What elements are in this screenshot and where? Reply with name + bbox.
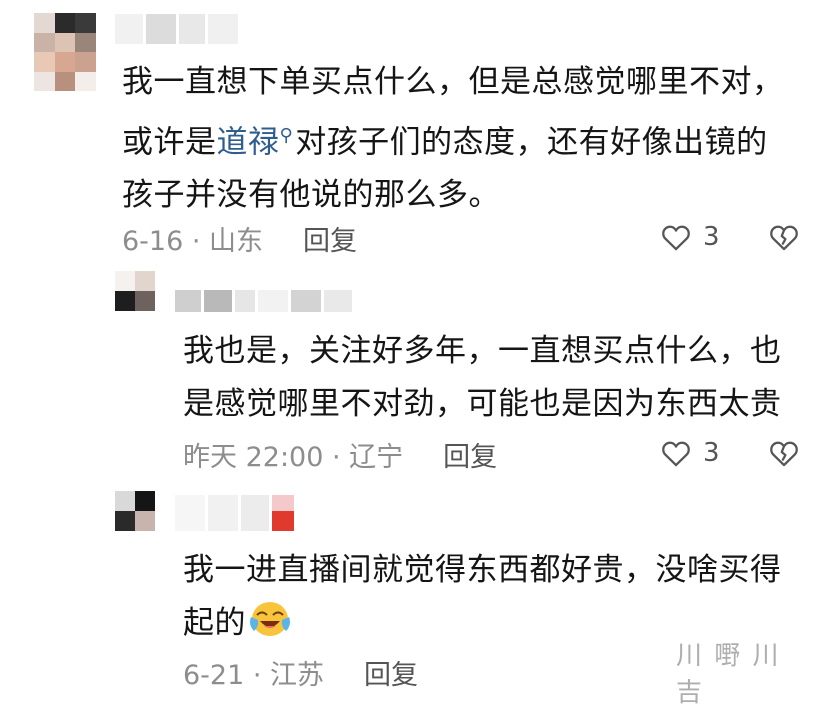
like-count: 3 xyxy=(703,438,720,468)
comment-date-location: 6-16 · 山东 xyxy=(122,225,264,257)
topic-link[interactable]: 道禄 xyxy=(217,124,280,160)
comment-date-location: 6-21 · 江苏 xyxy=(183,659,325,691)
avatar[interactable] xyxy=(115,491,155,531)
comment-meta: 6-21 · 江苏 回复 xyxy=(183,652,418,692)
avatar[interactable] xyxy=(115,271,155,311)
comment-text: 我一直想下单买点什么，但是总感觉哪里不对， 或许是道禄⚲对孩子们的态度，还有好像… xyxy=(122,64,784,214)
search-icon[interactable]: ⚲ xyxy=(280,125,294,146)
heart-outline-icon xyxy=(662,225,690,251)
username-blurred[interactable] xyxy=(175,290,355,312)
broken-heart-icon[interactable] xyxy=(767,220,801,254)
like-count: 3 xyxy=(703,222,720,252)
reply-button[interactable]: 回复 xyxy=(303,219,357,258)
broken-heart-icon[interactable] xyxy=(767,436,801,470)
reply-button[interactable]: 回复 xyxy=(364,653,418,692)
like-button[interactable]: 3 xyxy=(659,436,720,470)
username-blurred[interactable] xyxy=(115,14,239,44)
like-button[interactable]: 3 xyxy=(659,220,720,254)
reply-button[interactable]: 回复 xyxy=(443,435,497,474)
comment-meta: 6-16 · 山东 回复 xyxy=(122,218,357,258)
comment-text: 我也是，关注好多年，一直想买点什么，也 是感觉哪里不对劲，可能也是因为东西太贵 xyxy=(183,333,782,422)
username-blurred[interactable] xyxy=(175,495,300,531)
crying-laughing-emoji xyxy=(250,602,290,636)
comment-meta: 昨天 22:00 · 辽宁 回复 xyxy=(183,434,497,474)
comment-date-location: 昨天 22:00 · 辽宁 xyxy=(183,441,404,473)
heart-outline-icon xyxy=(662,441,690,467)
watermark-logo: 川 嘢 川 吉 xyxy=(676,641,781,708)
avatar[interactable] xyxy=(34,13,96,91)
